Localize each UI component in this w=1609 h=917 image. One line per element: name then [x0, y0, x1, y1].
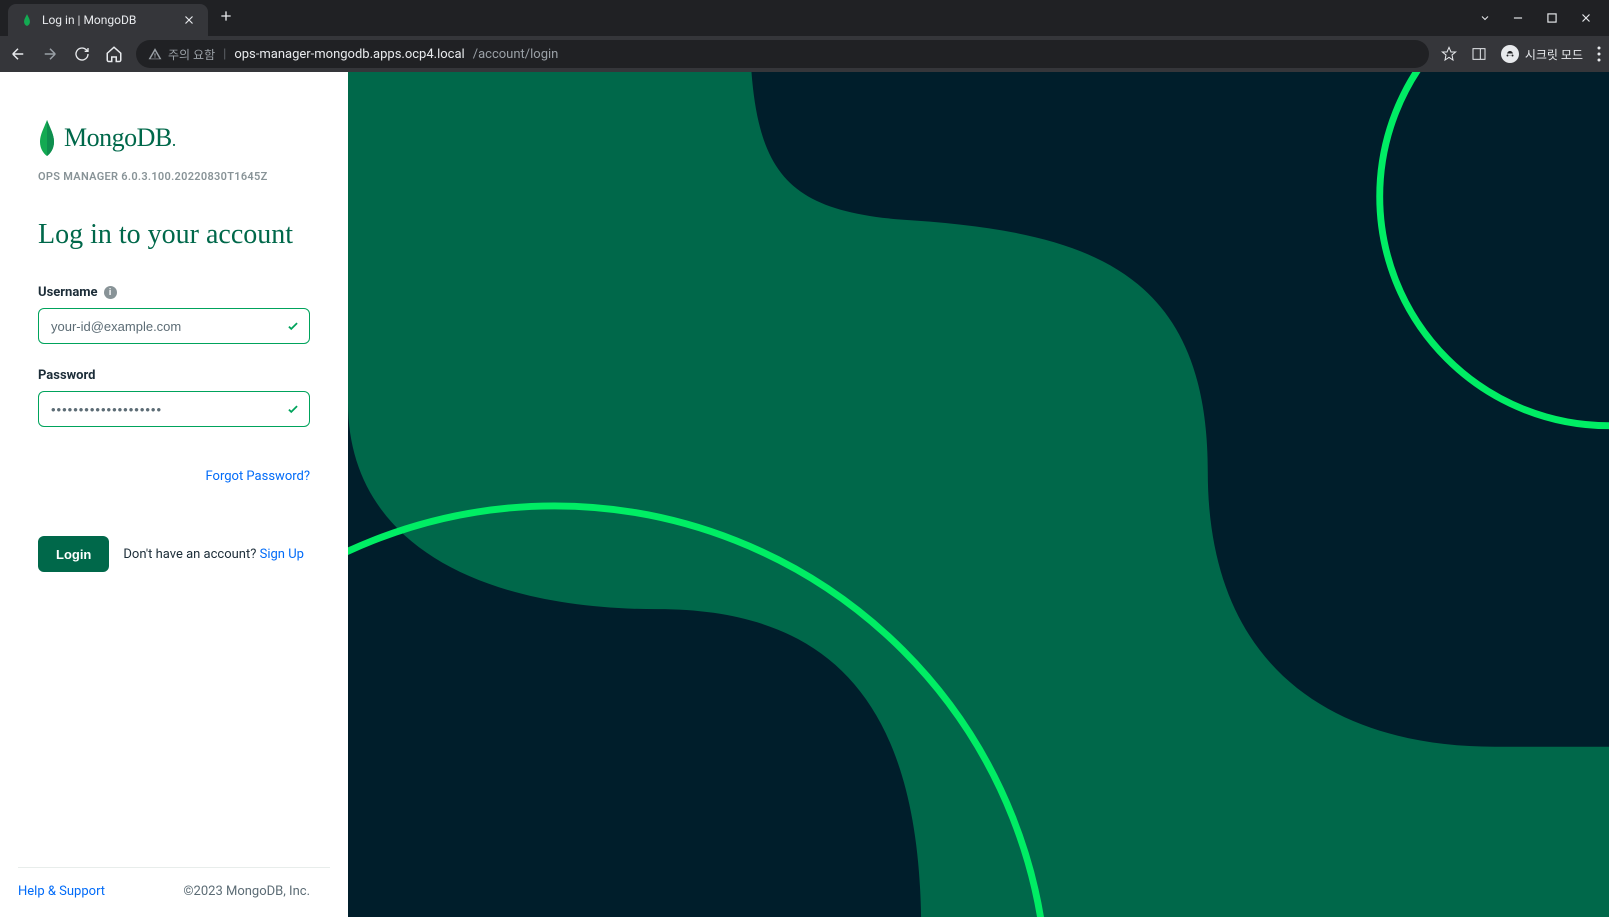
window-minimize-icon[interactable] — [1511, 11, 1525, 25]
nav-home-button[interactable] — [104, 44, 124, 64]
security-warning: 주의 요함 — [148, 46, 215, 63]
url-path: /account/login — [473, 47, 559, 62]
password-input[interactable] — [38, 391, 310, 427]
address-bar[interactable]: 주의 요함 | ops-manager-mongodb.apps.ocp4.lo… — [136, 40, 1429, 68]
password-label: Password — [38, 368, 310, 383]
tab-dropdown-icon[interactable] — [1479, 12, 1491, 24]
version-label: OPS MANAGER 6.0.3.100.20220830T1645Z — [38, 170, 310, 183]
window-controls — [1479, 11, 1609, 25]
nav-forward-button[interactable] — [40, 44, 60, 64]
signup-link[interactable]: Sign Up — [260, 547, 304, 562]
window-close-icon[interactable] — [1579, 11, 1593, 25]
browser-menu-icon[interactable] — [1597, 46, 1601, 62]
nav-back-button[interactable] — [8, 44, 28, 64]
mongodb-leaf-icon — [38, 120, 56, 156]
incognito-indicator[interactable]: 시크릿 모드 — [1501, 45, 1583, 63]
decorative-artwork — [348, 72, 1609, 917]
page-heading: Log in to your account — [38, 219, 310, 251]
info-icon[interactable]: i — [104, 286, 117, 299]
tab-title: Log in | MongoDB — [42, 13, 182, 27]
browser-title-bar: Log in | MongoDB — [0, 0, 1609, 36]
incognito-icon — [1501, 45, 1519, 63]
window-maximize-icon[interactable] — [1545, 11, 1559, 25]
nav-reload-button[interactable] — [72, 44, 92, 64]
browser-tab[interactable]: Log in | MongoDB — [8, 4, 208, 36]
username-input[interactable] — [38, 308, 310, 344]
forgot-password-link[interactable]: Forgot Password? — [38, 469, 310, 484]
panel-footer: Help & Support ©2023 MongoDB, Inc. — [18, 867, 330, 917]
browser-toolbar: 주의 요함 | ops-manager-mongodb.apps.ocp4.lo… — [0, 36, 1609, 72]
help-support-link[interactable]: Help & Support — [18, 884, 105, 899]
check-icon — [286, 402, 300, 416]
signup-prompt: Don't have an account? Sign Up — [123, 547, 304, 562]
copyright-text: ©2023 MongoDB, Inc. — [183, 884, 310, 899]
url-host: ops-manager-mongodb.apps.ocp4.local — [234, 47, 464, 62]
login-panel: MongoDB. OPS MANAGER 6.0.3.100.20220830T… — [0, 72, 348, 917]
username-label: Username i — [38, 285, 310, 300]
bookmark-star-icon[interactable] — [1441, 46, 1457, 62]
brand-name: MongoDB. — [64, 123, 176, 153]
brand-logo: MongoDB. — [38, 120, 310, 156]
check-icon — [286, 319, 300, 333]
warning-triangle-icon — [148, 47, 162, 61]
panel-icon[interactable] — [1471, 46, 1487, 62]
mongodb-favicon-icon — [20, 13, 34, 27]
new-tab-button[interactable] — [208, 8, 244, 29]
login-button[interactable]: Login — [38, 536, 109, 572]
tab-close-icon[interactable] — [182, 13, 196, 27]
